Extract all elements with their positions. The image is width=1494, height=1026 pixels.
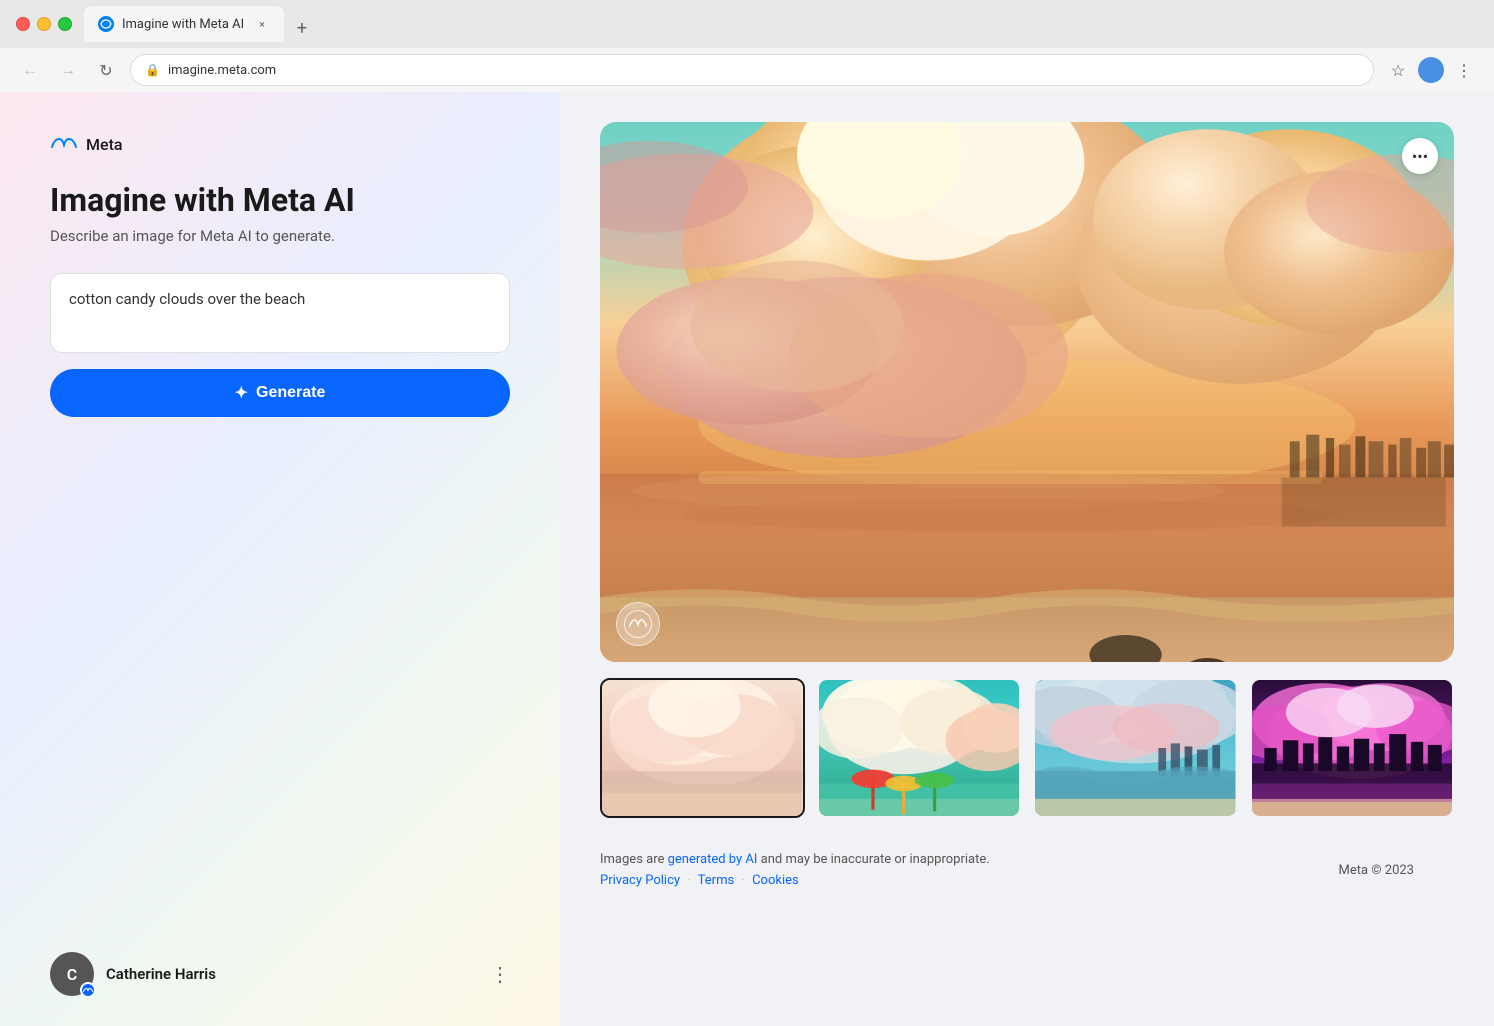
disclaimer-start: Images are: [600, 852, 668, 867]
thumbnail-2[interactable]: [817, 678, 1022, 818]
thumbnail-3[interactable]: [1033, 678, 1238, 818]
user-profile: C Catherine Harris ⋮: [50, 952, 510, 996]
refresh-button[interactable]: ↻: [92, 56, 120, 84]
forward-button[interactable]: →: [54, 56, 82, 84]
address-text: imagine.meta.com: [168, 63, 276, 78]
user-name: Catherine Harris: [106, 965, 478, 983]
thumbnail-4[interactable]: [1250, 678, 1455, 818]
sparkle-icon: ✦: [235, 383, 248, 403]
cookies-link[interactable]: Cookies: [752, 873, 799, 888]
tab-favicon: [98, 16, 114, 32]
watermark: [616, 602, 660, 646]
generate-button[interactable]: ✦ Generate: [50, 369, 510, 417]
browser-chrome: Imagine with Meta AI × + ← → ↻ 🔒 imagine…: [0, 0, 1494, 92]
generated-by-ai-link[interactable]: generated by AI: [668, 852, 758, 867]
footer-separator-1: ·: [687, 873, 690, 888]
meta-logo-text: Meta: [86, 135, 123, 154]
footer: Images are generated by AI and may be in…: [600, 834, 1454, 908]
main-image-svg: [600, 122, 1454, 662]
user-avatar: C: [50, 952, 94, 996]
tab-title: Imagine with Meta AI: [122, 17, 246, 32]
footer-separator-2: ·: [741, 873, 744, 888]
traffic-light-close[interactable]: [16, 17, 30, 31]
footer-disclaimer: Images are generated by AI and may be in…: [600, 850, 990, 892]
page-content: Meta Imagine with Meta AI Describe an im…: [0, 92, 1494, 1026]
left-panel: Meta Imagine with Meta AI Describe an im…: [0, 92, 560, 1026]
browser-nav: ← → ↻ 🔒 imagine.meta.com ☆ ⋮: [0, 48, 1494, 92]
meta-logo: Meta: [50, 132, 510, 157]
nav-actions: ☆ ⋮: [1384, 56, 1478, 84]
page-subtitle: Describe an image for Meta AI to generat…: [50, 227, 510, 245]
browser-tabs: Imagine with Meta AI × +: [84, 6, 1478, 42]
page-title: Imagine with Meta AI: [50, 181, 510, 219]
user-avatar-letter: C: [67, 965, 77, 984]
traffic-light-minimize[interactable]: [37, 17, 51, 31]
browser-menu-button[interactable]: ⋮: [1450, 56, 1478, 84]
footer-copyright: Meta © 2023: [1339, 863, 1414, 878]
generate-label: Generate: [256, 384, 325, 402]
right-panel: •••: [560, 92, 1494, 1026]
more-options-button[interactable]: •••: [1402, 138, 1438, 174]
meta-logo-icon: [50, 132, 78, 157]
user-avatar-badge: [80, 982, 96, 998]
bookmark-button[interactable]: ☆: [1384, 56, 1412, 84]
tab-close-button[interactable]: ×: [254, 16, 270, 32]
watermark-inner: [624, 610, 652, 638]
profile-avatar[interactable]: [1418, 57, 1444, 83]
traffic-lights: [16, 17, 72, 31]
prompt-input[interactable]: cotton candy clouds over the beach: [50, 273, 510, 353]
user-menu-button[interactable]: ⋮: [490, 962, 510, 986]
terms-link[interactable]: Terms: [698, 873, 735, 888]
browser-titlebar: Imagine with Meta AI × +: [0, 0, 1494, 48]
new-tab-button[interactable]: +: [288, 14, 316, 42]
lock-icon: 🔒: [145, 63, 160, 77]
browser-tab-active[interactable]: Imagine with Meta AI ×: [84, 6, 284, 42]
thumbnail-strip: [600, 678, 1454, 818]
privacy-policy-link[interactable]: Privacy Policy: [600, 873, 680, 888]
thumbnail-1[interactable]: [600, 678, 805, 818]
disclaimer-end: and may be inaccurate or inappropriate.: [757, 852, 989, 867]
back-button[interactable]: ←: [16, 56, 44, 84]
main-image-container: •••: [600, 122, 1454, 662]
more-options-icon: •••: [1412, 147, 1428, 166]
address-bar[interactable]: 🔒 imagine.meta.com: [130, 54, 1374, 86]
traffic-light-maximize[interactable]: [58, 17, 72, 31]
